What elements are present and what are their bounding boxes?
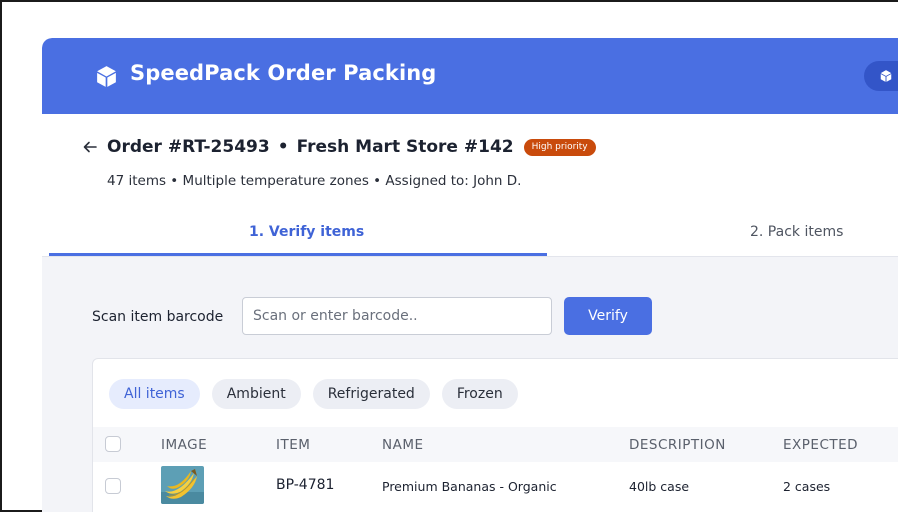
filter-chip-refrigerated[interactable]: Refrigerated xyxy=(312,379,430,409)
column-header-item: ITEM xyxy=(276,437,311,453)
package-cube-icon xyxy=(880,70,892,82)
row-item-description: 40lb case xyxy=(629,479,690,494)
header-divider xyxy=(42,256,898,257)
title-separator: • xyxy=(277,137,289,157)
app-window: SpeedPack Order Packing Order #RT-25493 … xyxy=(42,38,898,512)
column-header-image: IMAGE xyxy=(161,437,208,453)
column-header-expected: EXPECTED xyxy=(783,437,859,453)
tab-pack-items[interactable]: 2. Pack items xyxy=(750,224,843,240)
verify-button[interactable]: Verify xyxy=(564,297,652,335)
table-row[interactable]: BP-4781 Premium Bananas - Organic 40lb c… xyxy=(93,462,898,510)
items-card: All items Ambient Refrigerated Frozen IM… xyxy=(92,358,898,512)
package-cube-icon xyxy=(97,66,116,87)
store-name: Fresh Mart Store #142 xyxy=(296,137,514,157)
filter-chip-all-items[interactable]: All items xyxy=(109,379,200,409)
column-header-name: NAME xyxy=(382,437,424,453)
arrow-left-icon[interactable] xyxy=(82,139,98,155)
row-item-expected: 2 cases xyxy=(783,479,831,494)
scan-barcode-label: Scan item barcode xyxy=(92,309,224,325)
app-title: SpeedPack Order Packing xyxy=(130,61,437,85)
filter-chips: All items Ambient Refrigerated Frozen xyxy=(109,379,518,409)
filter-chip-ambient[interactable]: Ambient xyxy=(211,379,301,409)
bananas-image xyxy=(161,466,204,504)
select-all-checkbox[interactable] xyxy=(105,436,121,452)
order-title: Order #RT-25493 • Fresh Mart Store #142 … xyxy=(107,137,596,157)
table-header: IMAGE ITEM NAME DESCRIPTION EXPECTED xyxy=(93,427,898,462)
priority-badge: High priority xyxy=(523,138,596,156)
order-number: Order #RT-25493 xyxy=(107,137,270,157)
app-header-bar: SpeedPack Order Packing xyxy=(42,38,898,114)
row-item-code: BP-4781 xyxy=(276,477,335,493)
order-summary: 47 items • Multiple temperature zones • … xyxy=(107,173,522,189)
row-checkbox[interactable] xyxy=(105,478,121,494)
user-menu-button[interactable] xyxy=(864,61,898,91)
order-header: Order #RT-25493 • Fresh Mart Store #142 … xyxy=(42,114,898,257)
tab-verify-items[interactable]: 1. Verify items xyxy=(249,224,364,240)
barcode-input[interactable] xyxy=(242,297,552,335)
row-item-name: Premium Bananas - Organic xyxy=(382,479,557,494)
filter-chip-frozen[interactable]: Frozen xyxy=(441,379,518,409)
column-header-description: DESCRIPTION xyxy=(629,437,726,453)
